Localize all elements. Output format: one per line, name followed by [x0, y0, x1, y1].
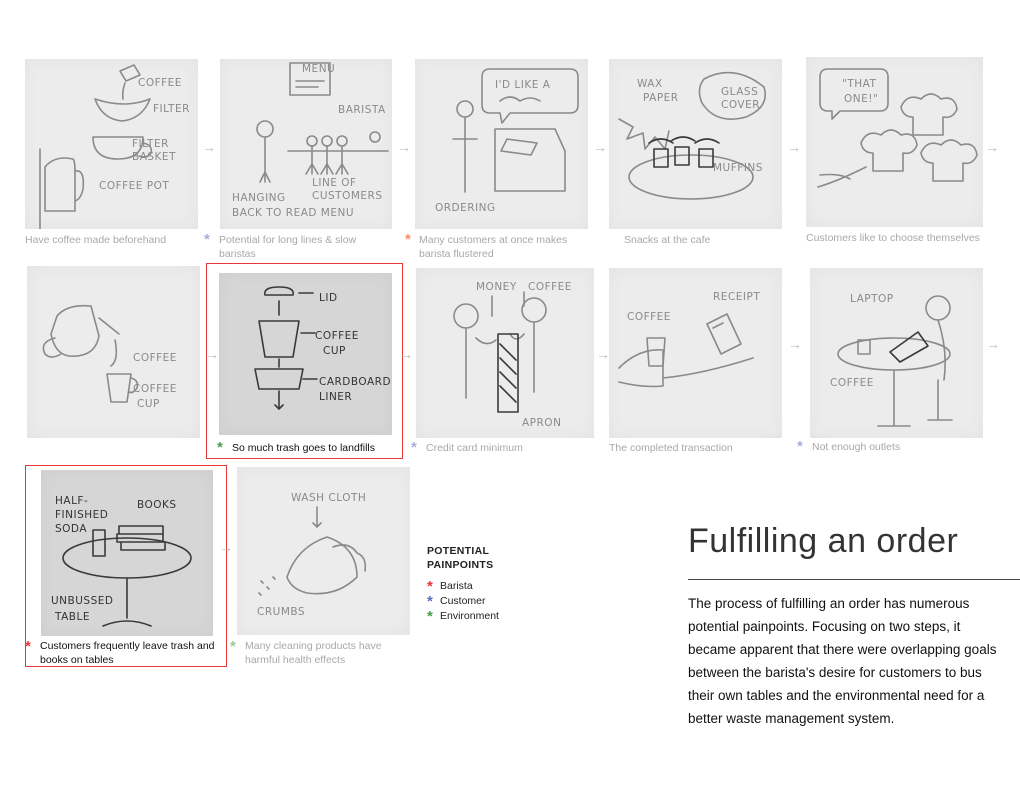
arrow-icon: → — [219, 539, 233, 555]
sketch-label: WAX — [637, 78, 663, 90]
sketch-label: COVER — [721, 99, 760, 111]
sketch-muffins: WAX PAPER GLASS COVER MUFFINS — [609, 59, 782, 229]
sketch-label: COFFEE — [133, 352, 177, 364]
sketch-label: FILTER — [153, 103, 190, 115]
sketch-label: BOOKS — [137, 499, 177, 511]
sketch-unbussed-table: HALF- FINISHED SODA BOOKS UNBUSSED TABLE — [41, 470, 213, 636]
sketch-label: GLASS — [721, 86, 758, 98]
sketch-transaction: COFFEE RECEIPT — [609, 268, 782, 438]
sketch-label: ONE!" — [844, 93, 878, 105]
caption: Not enough outlets — [812, 441, 901, 453]
environment-asterisk-icon: * — [217, 439, 223, 456]
sketch-label: FINISHED — [55, 509, 108, 521]
caption: So much trash goes to landfills — [232, 442, 375, 454]
sketch-payment: MONEY COFFEE APRON — [416, 268, 594, 438]
sketch-label: MENU — [302, 63, 335, 75]
arrow-icon: → — [593, 139, 607, 155]
arrow-icon: → — [399, 346, 413, 362]
caption: Customers frequently leave trash and boo… — [40, 640, 215, 666]
sketch-label: COFFEE POT — [99, 180, 169, 192]
legend-title: POTENTIAL — [427, 545, 490, 557]
legend-item-barista: Barista — [440, 580, 473, 592]
sketch-ordering: I'D LIKE A ORDERING — [415, 59, 588, 229]
sketch-label: COFFEE — [830, 377, 874, 389]
sketch-label: LAPTOP — [850, 293, 894, 305]
sketch-label: COFFEE — [138, 77, 182, 89]
customer-asterisk-icon: * — [204, 231, 210, 248]
sketch-laptop: LAPTOP COFFEE — [810, 268, 983, 438]
caption: The completed transaction — [609, 442, 733, 454]
arrow-icon: → — [397, 139, 411, 155]
caption: Customers like to choose themselves — [806, 232, 980, 244]
sketch-label: MONEY — [476, 281, 517, 293]
sketch-label: "THAT — [842, 78, 877, 90]
sketch-label: MUFFINS — [713, 162, 763, 174]
arrow-icon: → — [986, 336, 1000, 352]
barista-asterisk-icon: * — [25, 638, 31, 655]
sketch-label: LID — [319, 292, 338, 304]
legend-title: PAINPOINTS — [427, 559, 494, 571]
sketch-label: FILTER — [132, 138, 169, 150]
sketch-label: CUSTOMERS — [312, 190, 383, 202]
sketch-label: APRON — [522, 417, 561, 429]
customer-asterisk-icon: * — [427, 593, 433, 610]
sketch-label: WASH CLOTH — [291, 492, 366, 504]
sketch-label: COFFEE — [133, 383, 177, 395]
sketch-pour-coffee: COFFEE COFFEE CUP — [27, 266, 200, 438]
legend-item-customer: Customer — [440, 595, 486, 607]
sketch-label: COFFEE — [627, 311, 671, 323]
environment-asterisk-icon: * — [230, 638, 236, 655]
sketch-label: SODA — [55, 523, 87, 535]
description-text: The process of fulfilling an order has n… — [688, 596, 997, 726]
customer-asterisk-icon: * — [411, 439, 417, 456]
environment-asterisk-icon: * — [427, 608, 433, 625]
arrow-icon: → — [787, 139, 801, 155]
caption: Snacks at the cafe — [624, 234, 711, 246]
divider — [688, 579, 1020, 580]
caption: Have coffee made beforehand — [25, 234, 167, 246]
sketch-label: BARISTA — [338, 104, 386, 116]
sketch-label: HANGING — [232, 192, 286, 204]
sketch-label: UNBUSSED — [51, 595, 113, 607]
sketch-label: LINE OF — [312, 177, 357, 189]
sketch-label: CUP — [137, 398, 160, 410]
arrow-icon: → — [202, 139, 216, 155]
sketch-label: I'D LIKE A — [495, 79, 551, 91]
sketch-label: HALF- — [55, 495, 88, 507]
customer-asterisk-icon: * — [797, 438, 803, 455]
arrow-icon: → — [596, 346, 610, 362]
sketch-label: COFFEE — [528, 281, 572, 293]
sketch-wash-cloth: WASH CLOTH CRUMBS — [237, 467, 410, 635]
sketch-label: BASKET — [132, 151, 176, 163]
barista-asterisk-icon: * — [427, 578, 433, 595]
arrow-icon: → — [788, 336, 802, 352]
caption: Many customers at once makes barista flu… — [419, 234, 568, 260]
caption: Potential for long lines & slow baristas — [219, 234, 357, 260]
sketch-label: CARDBOARD — [319, 376, 391, 388]
sketch-choose-muffin: "THAT ONE!" — [806, 57, 983, 227]
sketch-label: BACK TO READ MENU — [232, 207, 354, 219]
sketch-label: LINER — [319, 391, 352, 403]
page-title: Fulfilling an order — [688, 522, 959, 560]
sketch-label: CUP — [323, 345, 346, 357]
sketch-label: RECEIPT — [713, 291, 760, 303]
sketch-label: TABLE — [54, 611, 90, 623]
sketch-label: PAPER — [643, 92, 679, 104]
sketch-label: ORDERING — [435, 202, 496, 214]
sketch-customer-line: MENU BARISTA HANGING BACK TO READ MENU L… — [220, 59, 392, 229]
sketch-cup-trash: LID COFFEE CUP CARDBOARD LINER — [219, 273, 392, 435]
barista-asterisk-icon: * — [405, 231, 411, 248]
sketch-label: COFFEE — [315, 330, 359, 342]
sketch-coffee-brewing: COFFEE FILTER FILTER BASKET COFFEE POT — [25, 59, 198, 229]
sketch-label: CRUMBS — [257, 606, 305, 618]
arrow-icon: → — [985, 139, 999, 155]
caption: Many cleaning products have harmful heal… — [245, 640, 382, 666]
caption: Credit card minimum — [426, 442, 523, 454]
legend-item-environment: Environment — [440, 610, 499, 622]
